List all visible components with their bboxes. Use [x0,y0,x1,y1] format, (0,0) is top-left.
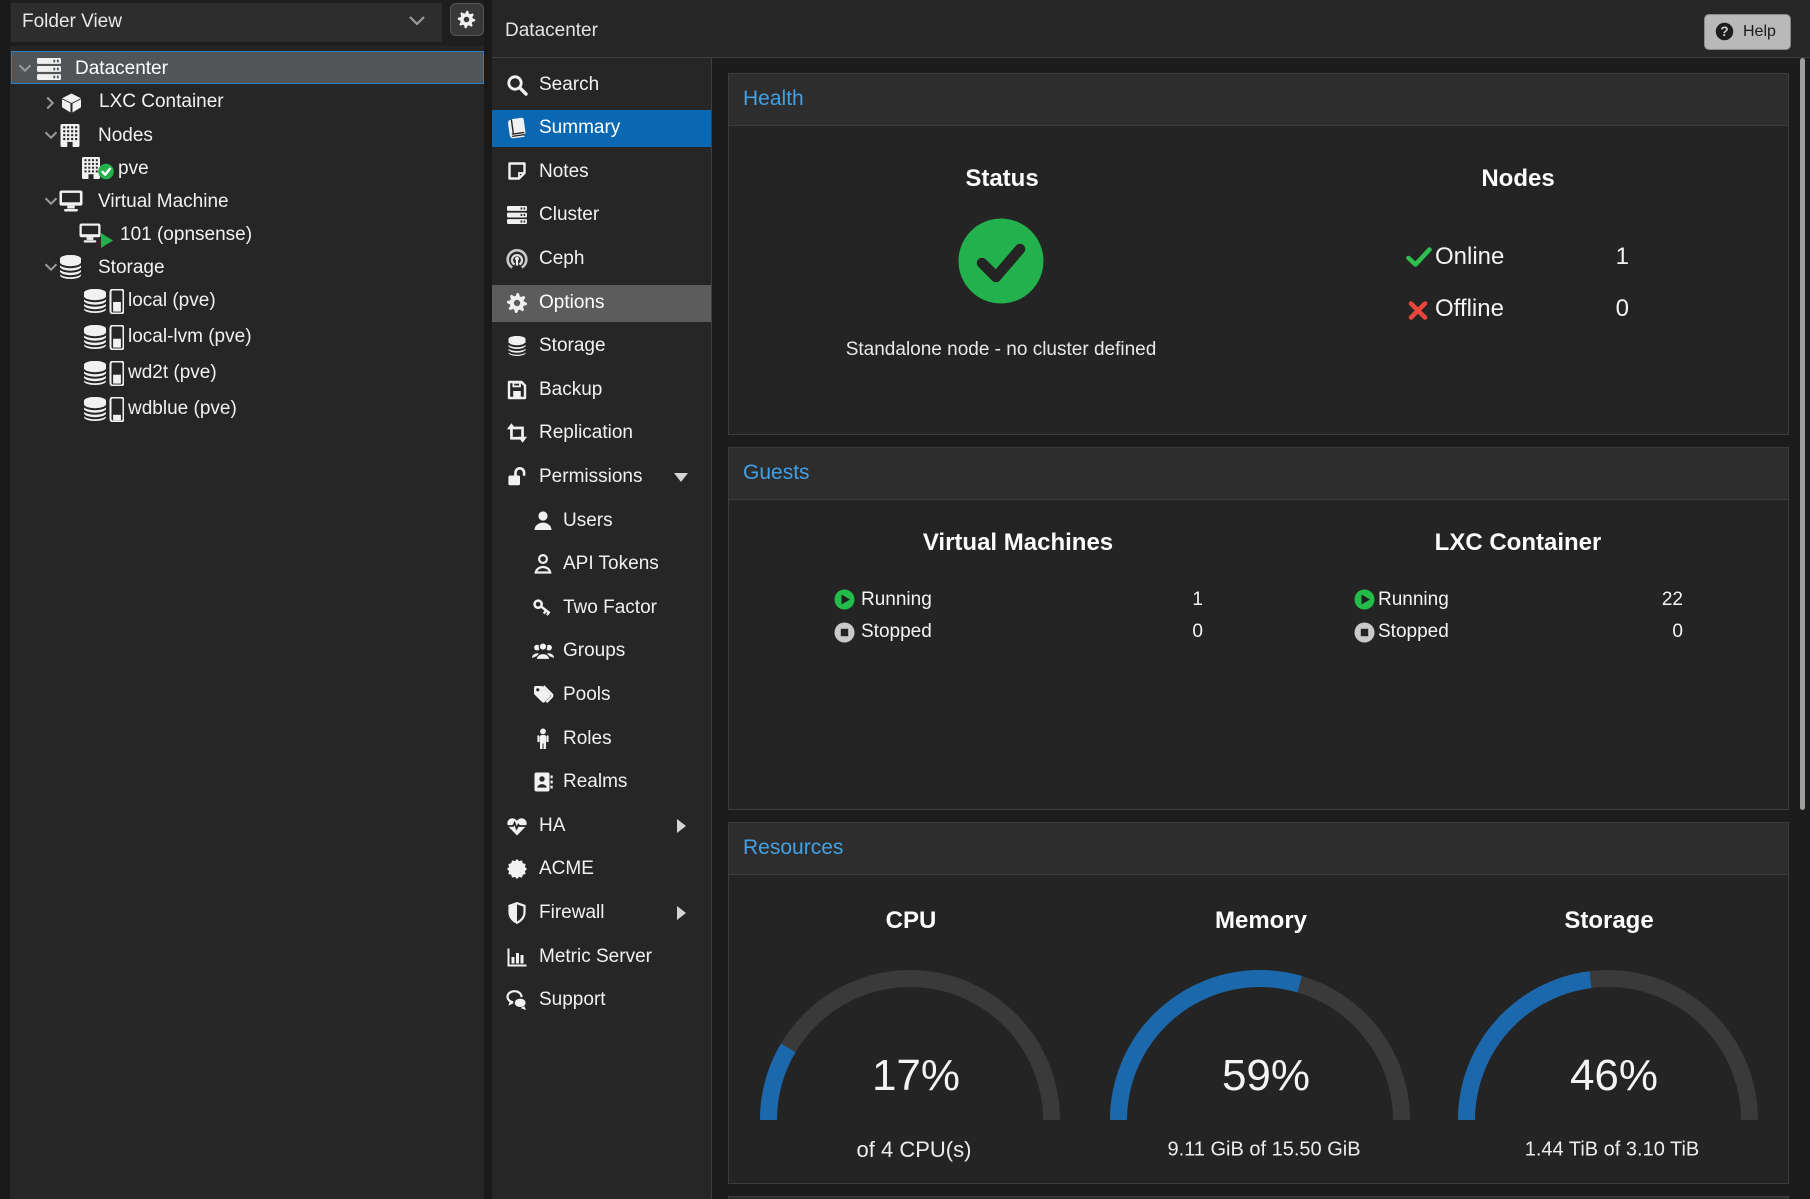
svg-text:?: ? [1720,24,1728,39]
